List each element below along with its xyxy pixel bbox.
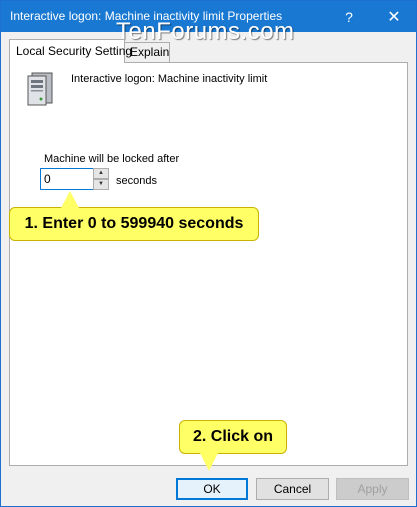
server-icon bbox=[27, 72, 53, 106]
callout-2-pointer bbox=[200, 453, 218, 471]
help-icon: ? bbox=[345, 8, 353, 25]
inactivity-seconds-stepper[interactable]: ▲ ▼ bbox=[93, 168, 109, 190]
callout-1-pointer bbox=[61, 191, 79, 208]
callout-step-2: 2. Click on bbox=[179, 420, 287, 454]
cancel-button[interactable]: Cancel bbox=[256, 478, 329, 500]
chevron-down-icon: ▼ bbox=[98, 181, 104, 187]
apply-button[interactable]: Apply bbox=[336, 478, 409, 500]
close-button[interactable]: ✕ bbox=[374, 1, 414, 32]
locked-after-label: Machine will be locked after bbox=[44, 153, 180, 165]
ok-button[interactable]: OK bbox=[176, 478, 248, 500]
spin-down-button[interactable]: ▼ bbox=[93, 179, 109, 190]
close-icon: ✕ bbox=[387, 8, 401, 26]
spin-up-button[interactable]: ▲ bbox=[93, 168, 109, 179]
tab-panel bbox=[9, 62, 408, 466]
policy-name: Interactive logon: Machine inactivity li… bbox=[71, 73, 268, 85]
tab-local-security-setting[interactable]: Local Security Setting bbox=[9, 39, 132, 63]
properties-dialog: Interactive logon: Machine inactivity li… bbox=[0, 0, 417, 507]
inactivity-seconds-input[interactable] bbox=[40, 168, 95, 190]
seconds-unit-label: seconds bbox=[116, 175, 157, 187]
help-button[interactable]: ? bbox=[329, 1, 369, 32]
callout-step-1: 1. Enter 0 to 599940 seconds bbox=[9, 207, 259, 241]
chevron-up-icon: ▲ bbox=[98, 170, 104, 176]
